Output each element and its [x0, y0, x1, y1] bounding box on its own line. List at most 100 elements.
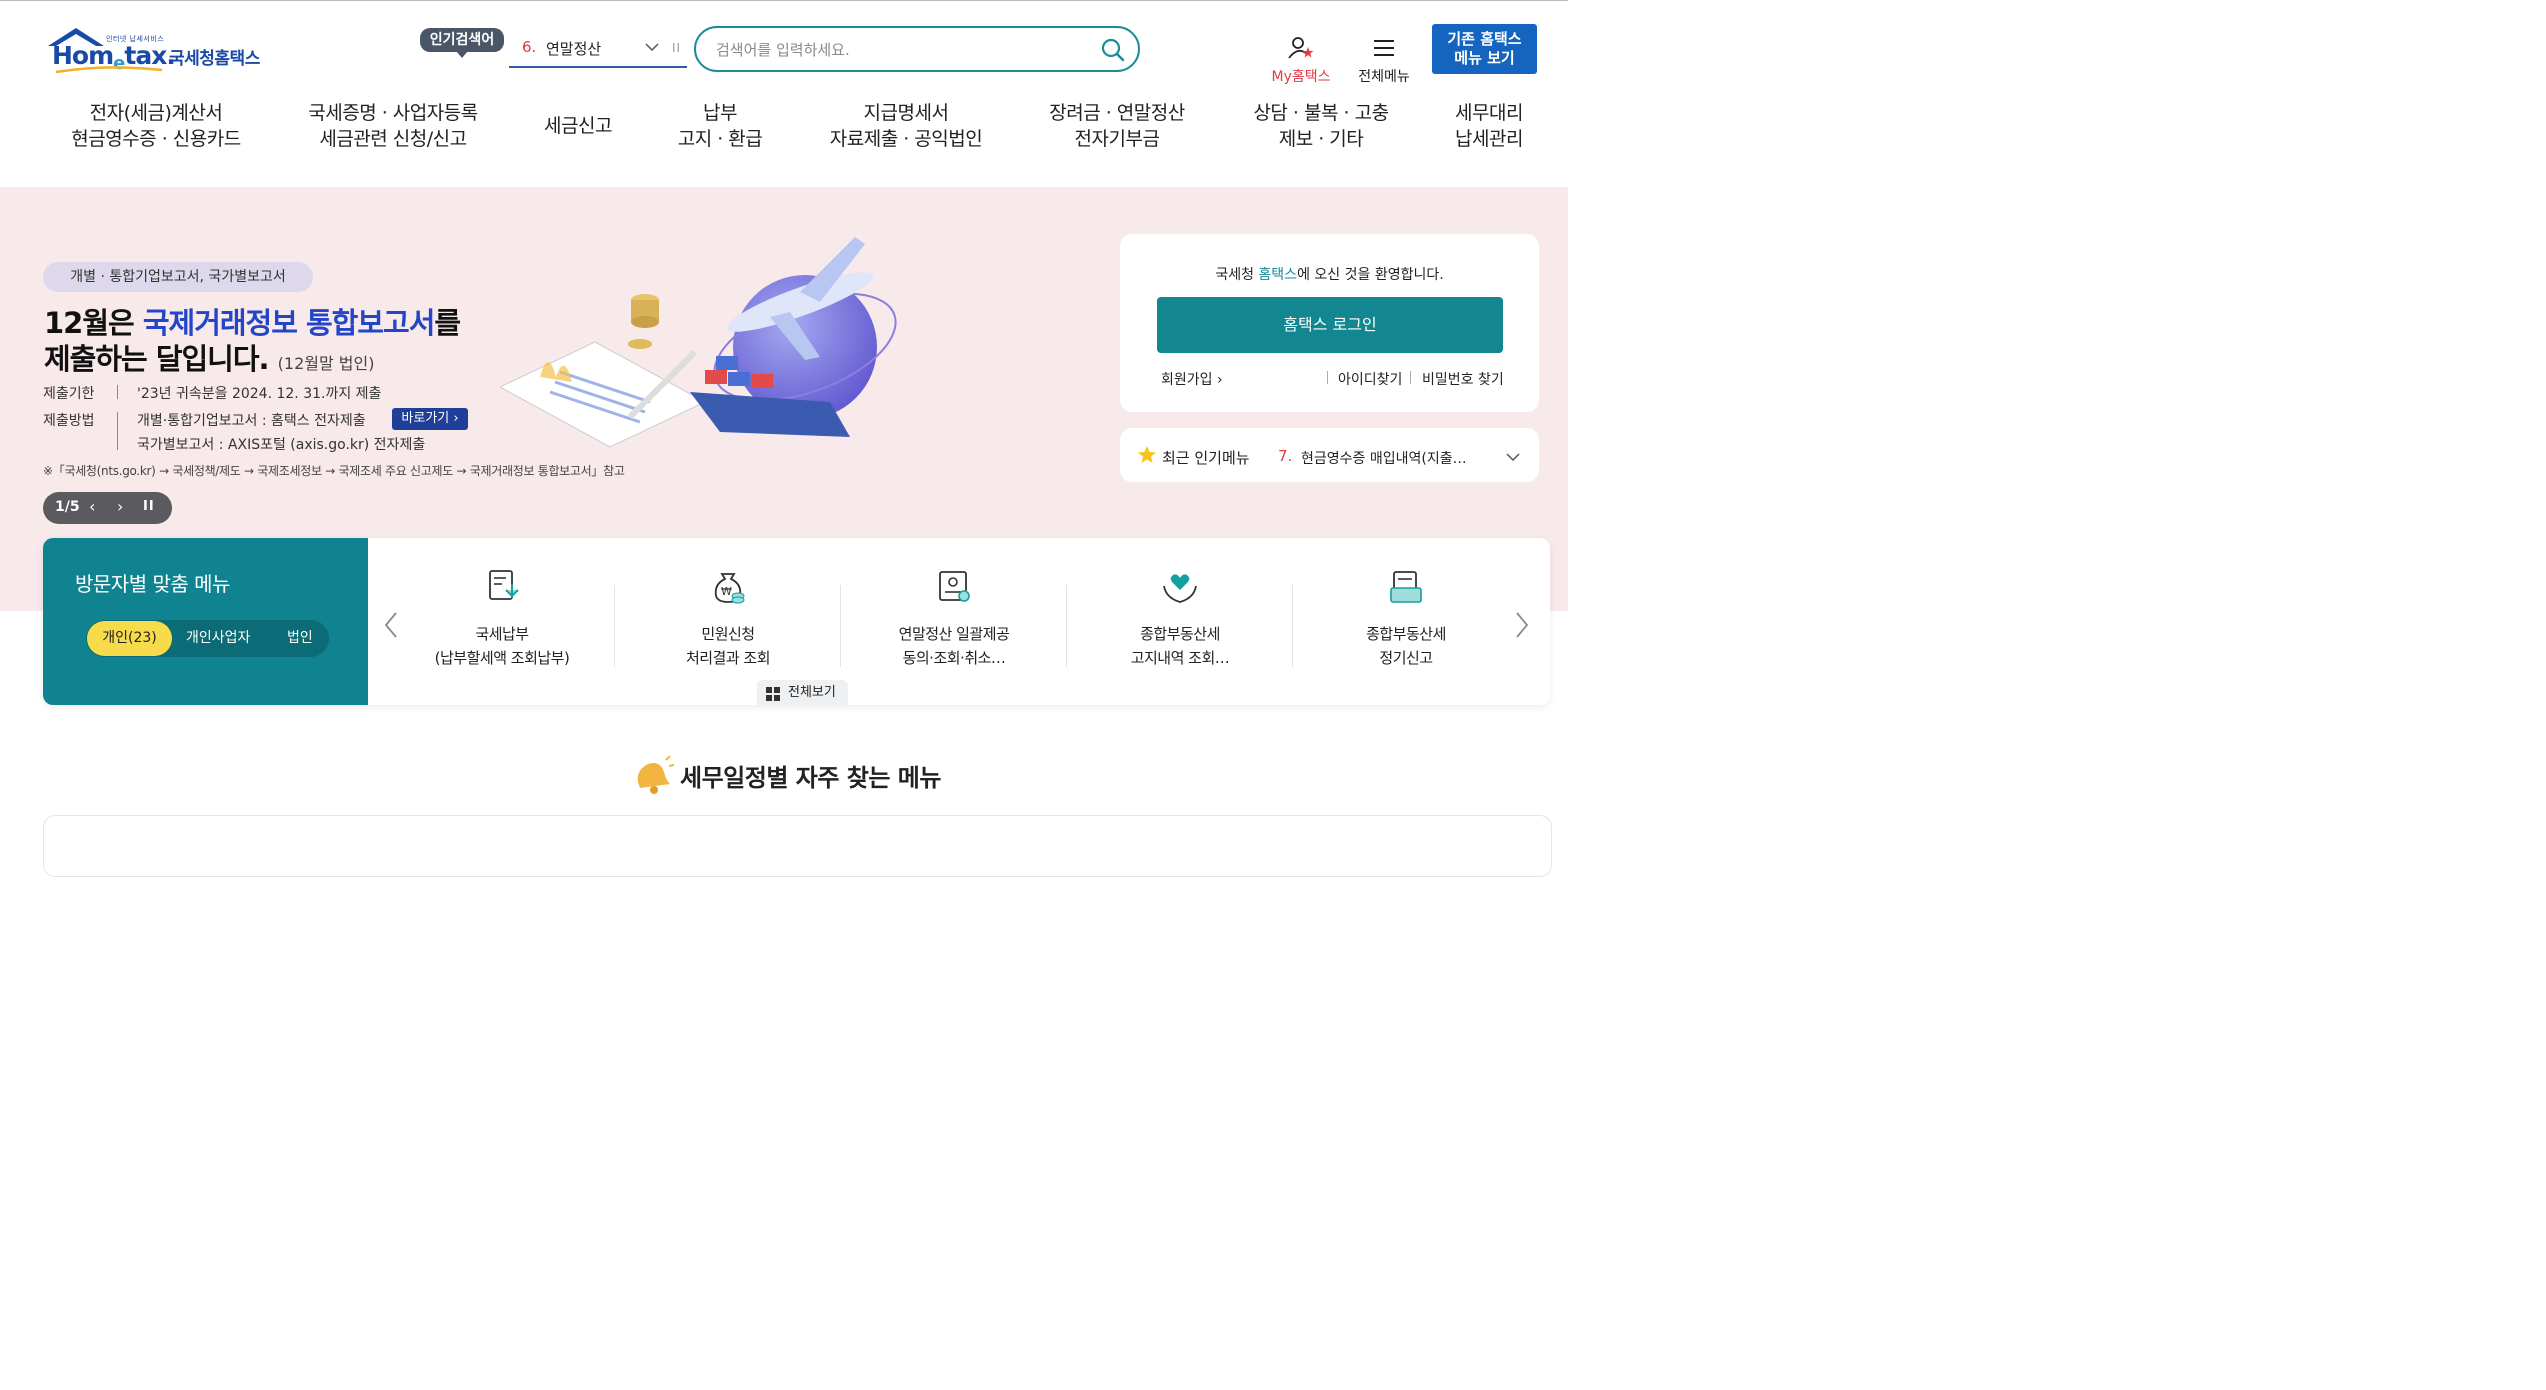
popular-search-badge: 인기검색어: [420, 28, 504, 58]
search-icon[interactable]: [1101, 38, 1125, 62]
service-property-tax-notice[interactable]: 종합부동산세 고지내역 조회…: [1067, 566, 1293, 670]
service-label-line1: 연말정산 일괄제공: [898, 625, 1010, 643]
hero-note: ※「국세청(nts.go.kr) → 국세정책/제도 → 국제조세정보 → 국제…: [43, 464, 625, 478]
nav-tax-agent[interactable]: 세무대리 납세관리: [1440, 100, 1538, 152]
pager-count: 1/5: [55, 499, 80, 515]
logo-korean-name: 국세청홈택스: [169, 49, 260, 69]
nav-label-line1: 전자(세금)계산서: [89, 102, 223, 124]
service-label-line1: 종합부동산세: [1140, 625, 1220, 643]
tab-corporation[interactable]: 법인: [287, 621, 313, 656]
signup-link[interactable]: 회원가입 ›: [1161, 369, 1223, 389]
nav-label-line2: 고지 · 환급: [677, 128, 763, 150]
hero-goto-button[interactable]: 바로가기 ›: [392, 408, 468, 430]
hero-deadline-row: 제출기한 '23년 귀속분을 2024. 12. 31.까지 제출: [43, 383, 543, 403]
nav-label-line2: 현금영수증 · 신용카드: [71, 128, 241, 150]
chevron-down-icon[interactable]: [1505, 452, 1521, 462]
service-label-line2: 고지내역 조회…: [1130, 649, 1230, 667]
find-id-link[interactable]: 아이디찾기: [1338, 369, 1402, 389]
old-menu-line1: 기존 홈택스: [1447, 30, 1522, 48]
welcome-text: 국세청 홈택스에 오신 것을 환영합니다.: [1215, 267, 1444, 283]
folder-icon: [1390, 571, 1422, 603]
search-input[interactable]: [714, 36, 1088, 64]
pause-icon[interactable]: II: [143, 499, 155, 514]
my-hometax-label: My홈택스: [1271, 69, 1331, 85]
service-civil-petition[interactable]: ₩ 민원신청 처리결과 조회: [615, 566, 841, 670]
schedule-card: [43, 815, 1552, 877]
nav-label-line1: 장려금 · 연말정산: [1049, 102, 1185, 124]
old-menu-line2: 메뉴 보기: [1454, 49, 1515, 67]
nav-e-invoice[interactable]: 전자(세금)계산서 현금영수증 · 신용카드: [64, 100, 248, 152]
nav-label-line1: 세금신고: [544, 115, 612, 137]
nav-tax-filing[interactable]: 세금신고: [530, 113, 626, 139]
banner-pager: 1/5 ‹ › II: [43, 492, 172, 524]
hero-category-pill: 개별 · 통합기업보고서, 국가별보고서: [43, 262, 313, 292]
money-bag-icon: ₩: [714, 573, 745, 604]
hometax-logo[interactable]: 인터넷 납세서비스 Hometax. 국세청홈택스: [44, 24, 274, 76]
pause-icon[interactable]: II: [672, 41, 681, 55]
visitor-menu-title: 방문자별 맞춤 메뉴: [75, 572, 230, 596]
recent-popular-label: 최근 인기메뉴: [1162, 449, 1250, 467]
chevron-right-icon[interactable]: ›: [117, 497, 123, 516]
nav-label-line1: 상담 · 불복 · 고충: [1253, 102, 1389, 124]
all-menu-button[interactable]: 전체메뉴: [1354, 36, 1414, 86]
view-all-label: 전체보기: [788, 685, 836, 700]
recent-popular-term[interactable]: 현금영수증 매입내역(지출…: [1301, 448, 1467, 468]
service-year-end-settlement[interactable]: 연말정산 일괄제공 동의·조회·취소…: [841, 566, 1067, 670]
method-value-1: 개별·통합기업보고서 : 홈택스 전자제출: [137, 413, 366, 429]
bell-icon: [637, 755, 674, 794]
tab-individual[interactable]: 개인(23): [87, 621, 172, 656]
chevron-down-icon[interactable]: [645, 42, 659, 52]
service-tax-payment[interactable]: 국세납부 (납부할세액 조회납부): [389, 566, 615, 670]
method-value-2: 국가별보고서 : AXIS포털 (axis.go.kr) 전자제출: [137, 437, 426, 453]
tax-document-icon: [489, 570, 519, 600]
user-star-icon: [1288, 37, 1314, 59]
recent-popular-rank: 7.: [1278, 447, 1293, 465]
nav-payment-statement[interactable]: 지급명세서 자료제출 · 공익법인: [816, 100, 996, 152]
chevron-left-icon[interactable]: ‹: [89, 497, 95, 516]
service-property-tax-filing[interactable]: 종합부동산세 정기신고: [1293, 566, 1519, 670]
nav-label-line1: 국세증명 · 사업자등록: [308, 102, 478, 124]
popular-search-term[interactable]: 연말정산: [546, 38, 601, 59]
nav-label-line2: 세금관련 신청/신고: [319, 128, 467, 150]
tab-individual-business[interactable]: 개인사업자: [186, 621, 250, 656]
divider: [1410, 371, 1411, 384]
nav-label-line2: 전자기부금: [1074, 128, 1160, 150]
hamburger-menu-icon: [1374, 40, 1394, 56]
search-box: [694, 26, 1140, 72]
popular-search-rank: 6.: [522, 38, 537, 56]
divider: [1327, 371, 1328, 384]
service-label-line2: 동의·조회·취소…: [902, 649, 1006, 667]
nav-consulting[interactable]: 상담 · 불복 · 고충 제보 · 기타: [1240, 100, 1402, 152]
hero-illustration: [500, 237, 897, 448]
nav-label-line1: 세무대리: [1455, 102, 1523, 124]
nav-label-line2: 자료제출 · 공익법인: [829, 128, 983, 150]
service-label-line1: 민원신청: [701, 625, 755, 643]
login-button[interactable]: 홈택스 로그인: [1157, 297, 1503, 353]
deadline-label: 제출기한: [43, 386, 95, 402]
nav-label-line2: 제보 · 기타: [1278, 128, 1364, 150]
deadline-value: '23년 귀속분을 2024. 12. 31.까지 제출: [137, 386, 382, 402]
service-label-line2: 정기신고: [1379, 649, 1433, 667]
nav-incentive[interactable]: 장려금 · 연말정산 전자기부금: [1034, 100, 1200, 152]
service-label-line1: 국세납부: [475, 625, 529, 643]
service-label-line2: 처리결과 조회: [685, 649, 771, 667]
hero-method-row: 제출방법 개별·통합기업보고서 : 홈택스 전자제출: [43, 410, 543, 450]
my-hometax-button[interactable]: My홈택스: [1268, 36, 1334, 86]
popular-search-underline: [509, 66, 687, 68]
all-menu-label: 전체메뉴: [1358, 69, 1410, 85]
nav-payment[interactable]: 납부 고지 · 환급: [670, 100, 770, 152]
find-password-link[interactable]: 비밀번호 찾기: [1422, 369, 1504, 389]
hero-title-line2: 제출하는 달입니다. (12월말 법인): [44, 342, 375, 376]
service-label-line1: 종합부동산세: [1366, 625, 1446, 643]
section-title: 세무일정별 자주 찾는 메뉴: [680, 764, 941, 792]
method-label: 제출방법: [43, 413, 95, 429]
old-menu-button[interactable]: 기존 홈택스 메뉴 보기: [1432, 24, 1537, 74]
view-all-button[interactable]: 전체보기: [757, 680, 848, 706]
certificate-icon: [939, 571, 970, 602]
nav-label-line2: 납세관리: [1455, 128, 1523, 150]
star-icon: [1138, 446, 1156, 463]
grid-icon: [766, 687, 780, 701]
nav-label-line1: 지급명세서: [863, 102, 949, 124]
nav-certificates[interactable]: 국세증명 · 사업자등록 세금관련 신청/신고: [298, 100, 488, 152]
chevron-right-icon: ›: [1216, 372, 1223, 388]
